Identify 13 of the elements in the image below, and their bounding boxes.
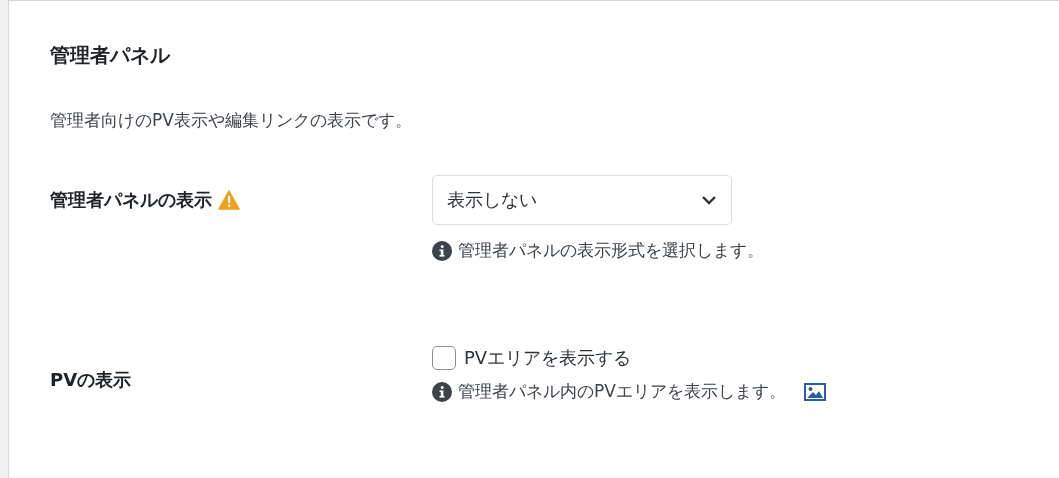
checkbox[interactable] [432, 346, 456, 370]
panel-description: 管理者向けのPV表示や編集リンクの表示です。 [50, 109, 413, 132]
image-icon[interactable] [803, 382, 826, 401]
help-text: 管理者パネルの表示形式を選択します。 [458, 239, 764, 262]
info-icon [432, 381, 452, 402]
checkbox-label[interactable]: PVエリアを表示する [464, 346, 632, 370]
info-icon [432, 240, 452, 261]
setting-label: 管理者パネルの表示 [50, 188, 212, 212]
chevron-down-icon [701, 195, 717, 205]
help-text: 管理者パネル内のPVエリアを表示します。 [458, 380, 786, 403]
setting-label: PVの表示 [50, 368, 132, 392]
display-select[interactable]: 表示しない [432, 175, 732, 225]
panel-title: 管理者パネル [50, 42, 172, 69]
